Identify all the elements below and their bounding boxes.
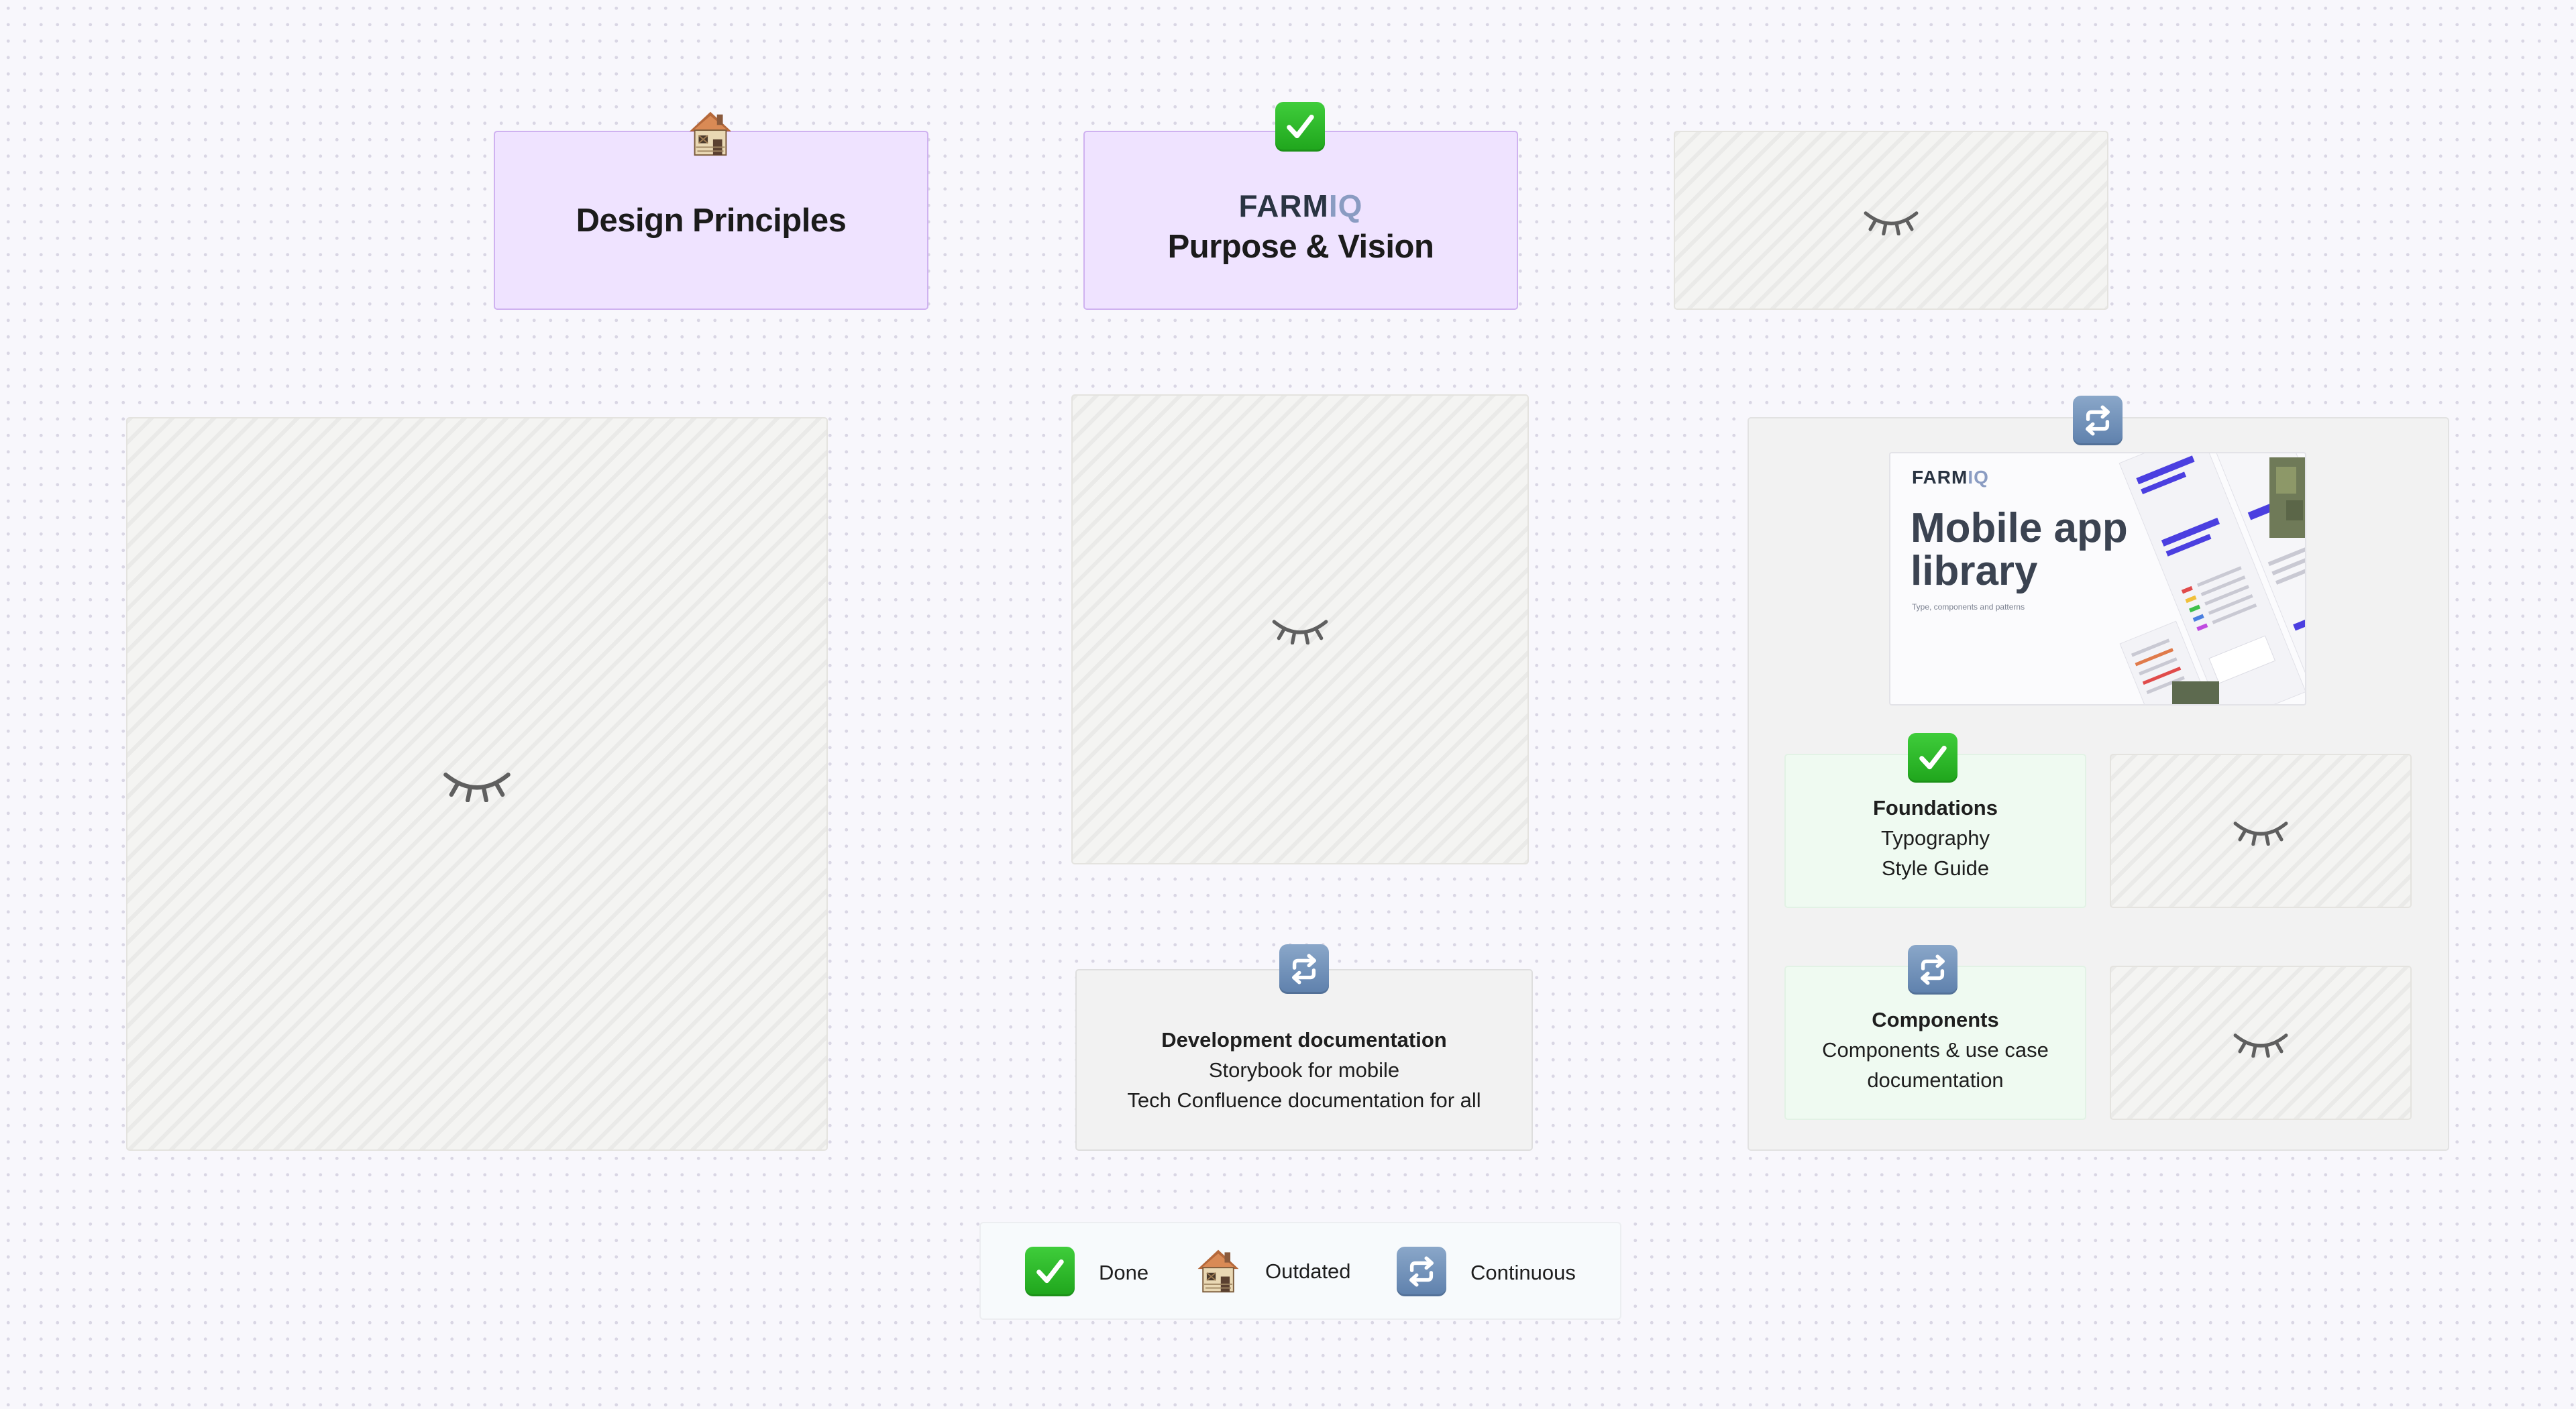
components-line: Components & use case [1822, 1037, 2049, 1062]
check-mark-icon [1908, 733, 1957, 783]
hidden-content-box-large[interactable] [126, 417, 828, 1151]
hidden-content-box-medium[interactable] [1071, 394, 1529, 864]
closed-eye-icon [1862, 206, 1920, 235]
hidden-content-box[interactable] [1674, 131, 2108, 310]
closed-eye-icon [1271, 614, 1330, 644]
purpose-vision-title: Purpose & Vision [1167, 228, 1434, 265]
development-documentation-line: Storybook for mobile [1208, 1058, 1400, 1082]
farmiq-logo: FARMIQ [1238, 188, 1363, 223]
components-title: Components [1872, 1007, 1999, 1031]
closed-eye-icon [2232, 816, 2290, 846]
repeat-icon [1908, 945, 1957, 995]
hidden-content-box-small[interactable] [2110, 754, 2412, 908]
repeat-icon [1279, 944, 1329, 994]
legend-label-done: Done [1099, 1261, 1149, 1284]
development-documentation-card[interactable]: Development documentation Storybook for … [1075, 969, 1533, 1151]
development-documentation-line: Tech Confluence documentation for all [1127, 1088, 1481, 1112]
legend-label-outdated: Outdated [1265, 1259, 1351, 1283]
closed-eye-icon [2232, 1028, 2290, 1058]
check-mark-icon [1275, 102, 1325, 152]
thumbnail-mockup-collage [2118, 453, 2305, 704]
repeat-icon [2073, 396, 2123, 445]
components-line: documentation [1867, 1068, 2004, 1092]
foundations-line: Typography [1881, 826, 1990, 850]
repeat-icon [1397, 1247, 1446, 1296]
farmiq-logo: FARMIQ [1912, 467, 1989, 488]
hidden-content-box-small[interactable] [2110, 966, 2412, 1120]
mobile-app-library-thumbnail[interactable]: FARMIQ Mobile app library Type, componen… [1889, 452, 2306, 706]
foundations-line: Style Guide [1881, 856, 1990, 880]
derelict-house-icon [1193, 1243, 1244, 1297]
legend-label-continuous: Continuous [1470, 1261, 1576, 1284]
design-principles-title: Design Principles [576, 202, 847, 239]
derelict-house-icon [684, 106, 737, 160]
check-mark-icon [1025, 1247, 1075, 1296]
foundations-title: Foundations [1873, 795, 1998, 820]
purpose-vision-card[interactable]: FARMIQ Purpose & Vision [1083, 131, 1518, 310]
closed-eye-icon [441, 766, 513, 802]
development-documentation-title: Development documentation [1161, 1028, 1447, 1052]
status-legend: Done Outdated Continuous [979, 1222, 1621, 1320]
